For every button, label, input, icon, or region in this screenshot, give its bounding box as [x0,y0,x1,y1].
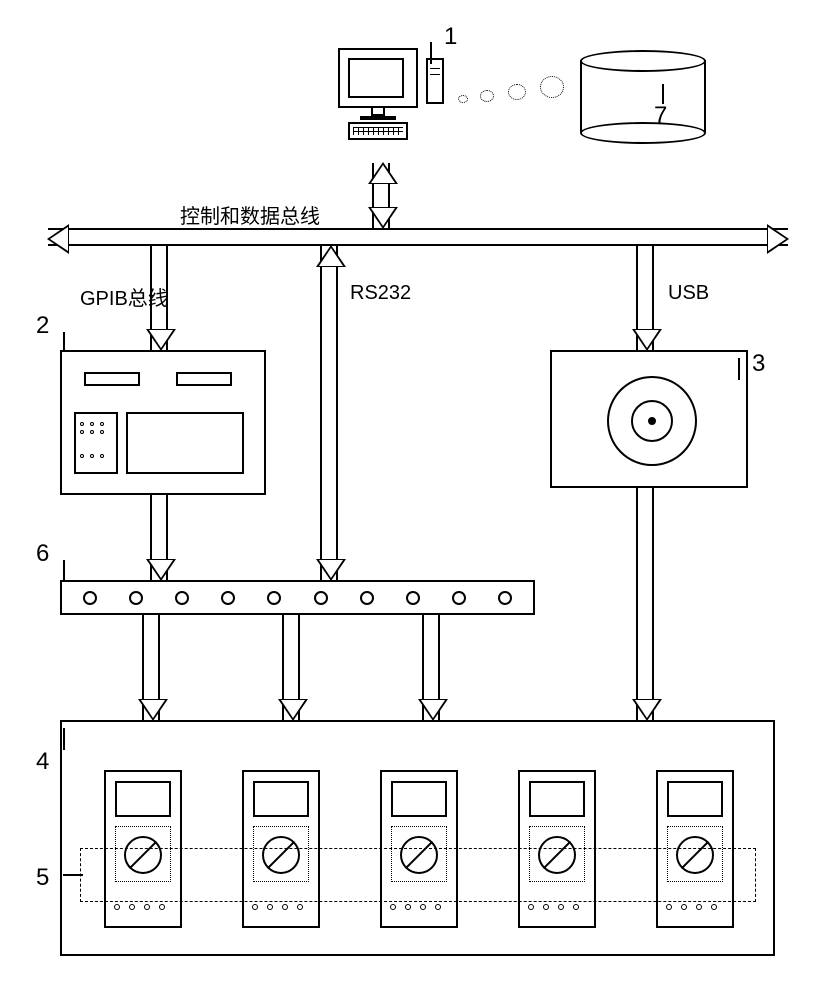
signal-source-device [60,350,266,495]
label-7: 7 [654,102,667,130]
bus-label: 控制和数据总线 [180,200,320,229]
usb-label: USB [668,282,709,305]
camera-device [550,350,748,488]
multimeter-icon [656,770,734,928]
computer-icon [338,48,458,148]
database-icon [580,50,710,145]
label-1: 1 [444,23,457,51]
label-3: 3 [752,350,765,378]
label-2: 2 [36,312,49,340]
label-6: 6 [36,540,49,568]
label-4: 4 [36,748,49,776]
multimeter-icon [380,770,458,928]
switch-hub-device [60,580,535,615]
multimeter-icon [104,770,182,928]
multimeter-icon [518,770,596,928]
rs232-label: RS232 [350,282,411,305]
label-5: 5 [36,864,49,892]
multimeter-icon [242,770,320,928]
gpib-label: GPIB总线 [80,282,168,311]
main-bus [48,228,788,246]
